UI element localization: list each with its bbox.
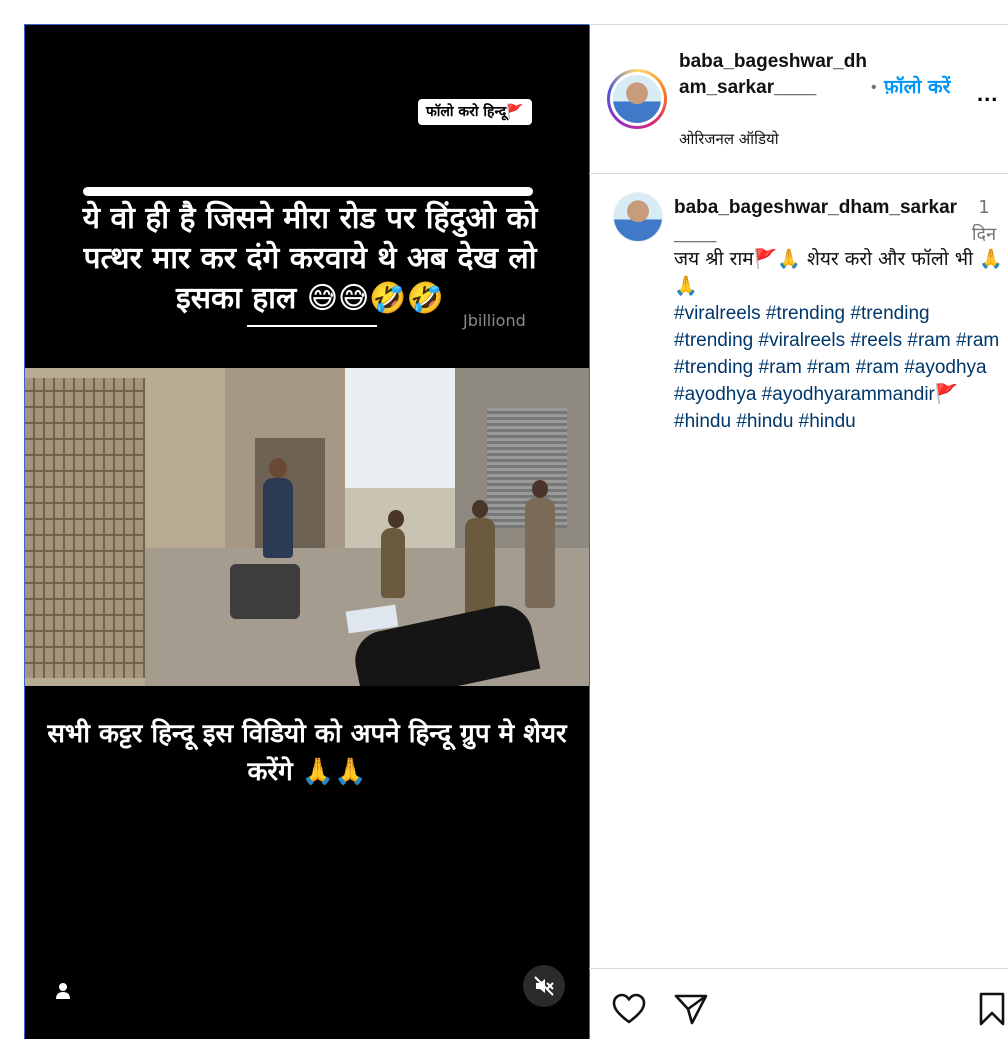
avatar-border xyxy=(610,72,664,126)
generator xyxy=(230,564,300,619)
police-figure xyxy=(381,510,405,598)
video-top-caption: ये वो ही है जिसने मीरा रोड पर हिंदुओ को … xyxy=(82,201,538,316)
separator-dot: • xyxy=(871,79,877,96)
post-time: 1 दिन xyxy=(971,197,997,245)
iron-gate xyxy=(25,378,145,678)
street-scene-image xyxy=(25,368,589,686)
avatar[interactable] xyxy=(613,192,663,242)
comment-username[interactable]: baba_bageshwar_dham_sarkar____ xyxy=(674,194,964,248)
action-bar xyxy=(589,968,1008,1040)
original-audio-link[interactable]: ओरिजनल ऑडियो xyxy=(679,129,779,149)
bookmark-icon[interactable] xyxy=(974,991,1008,1027)
follow-sticker: फॉलो करो हिन्दू🚩 xyxy=(418,99,532,125)
mute-button[interactable] xyxy=(523,965,565,1007)
user-icon-svg xyxy=(56,983,70,999)
reel-video-player[interactable]: फॉलो करो हिन्दू🚩 ये वो ही है जिसने मीरा … xyxy=(24,24,590,1039)
head xyxy=(269,458,287,478)
post-header: baba_bageshwar_dham_sarkar____ • फ़ॉलो क… xyxy=(589,25,1008,174)
caption-highlight-bar xyxy=(83,187,533,196)
police-figure xyxy=(525,480,555,608)
header-username[interactable]: baba_bageshwar_dham_sarkar____ xyxy=(679,49,869,101)
head xyxy=(532,480,548,498)
more-options-icon[interactable]: ... xyxy=(977,81,998,107)
profile-avatar[interactable] xyxy=(607,69,667,129)
caption-text: जय श्री राम🚩🙏 शेयर करो और फॉलो भी 🙏🙏 xyxy=(674,248,1003,297)
avatar-image xyxy=(613,75,661,123)
post-details-panel: baba_bageshwar_dham_sarkar____ • फ़ॉलो क… xyxy=(589,24,1008,1039)
man-figure xyxy=(263,458,293,558)
paper-plane-icon[interactable] xyxy=(673,991,709,1027)
user-icon[interactable] xyxy=(53,981,73,1001)
video-bottom-caption: सभी कट्टर हिन्दू इस विडियो को अपने हिन्द… xyxy=(47,719,567,787)
speaker-muted-icon xyxy=(534,976,554,996)
head xyxy=(388,510,404,528)
video-watermark: Jbilliond xyxy=(463,311,526,330)
head xyxy=(472,500,488,518)
hashtags[interactable]: #viralreels #trending #trending #trendin… xyxy=(674,300,1004,435)
follow-button[interactable]: फ़ॉलो करें xyxy=(884,73,950,99)
heart-icon[interactable] xyxy=(611,991,647,1027)
caption-underline xyxy=(247,325,377,327)
